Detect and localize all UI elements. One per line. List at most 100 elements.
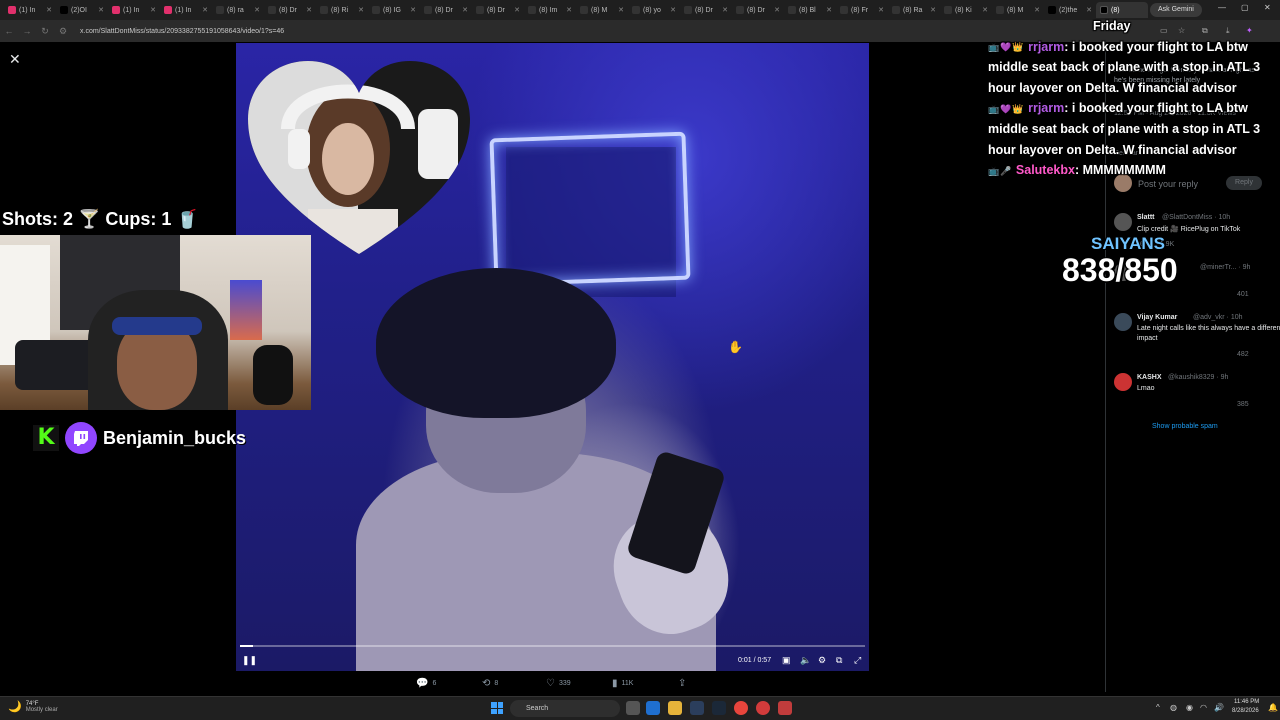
tab-close-icon[interactable]: ✕ xyxy=(930,6,936,14)
weather-widget[interactable]: 🌙 74°F Mostly clear xyxy=(8,700,58,714)
wifi-icon[interactable]: ◠ xyxy=(1200,703,1207,712)
file-explorer-icon[interactable] xyxy=(668,701,682,715)
tab-label: (8) yo xyxy=(643,6,661,14)
tab-close-icon[interactable]: ✕ xyxy=(98,6,104,14)
browser-tab[interactable]: (8) M ✕ xyxy=(576,2,628,18)
taskbar-search[interactable]: Search xyxy=(510,700,620,717)
tab-favicon-icon xyxy=(840,6,848,14)
tab-close-icon[interactable]: ✕ xyxy=(358,6,364,14)
steam-icon[interactable] xyxy=(712,701,726,715)
network-icon[interactable]: ◍ xyxy=(1170,703,1177,712)
tab-close-icon[interactable]: ✕ xyxy=(202,6,208,14)
browser-tab[interactable]: (8) Dr ✕ xyxy=(420,2,472,18)
tab-close-icon[interactable]: ✕ xyxy=(670,6,676,14)
video-progress-bar[interactable] xyxy=(240,645,865,647)
hand-cursor-icon: ✋ xyxy=(728,340,743,354)
repost-action[interactable]: ⟲ 8 xyxy=(482,678,498,689)
tweet-action-bar: 💬 6 ⟲ 8 ♡ 339 ▮ 11K ⇪ xyxy=(0,678,1100,692)
tab-close-icon[interactable]: ✕ xyxy=(878,6,884,14)
fullscreen-icon[interactable]: ⤢ xyxy=(854,655,861,666)
reply-action[interactable]: 💬 6 xyxy=(416,678,436,689)
tab-close-icon[interactable]: ✕ xyxy=(1086,6,1092,14)
tab-close-icon[interactable]: ✕ xyxy=(618,6,624,14)
chrome-icon[interactable] xyxy=(734,701,748,715)
tab-label: (8) IG xyxy=(383,6,401,14)
browser-tab[interactable]: (8) Ra ✕ xyxy=(888,2,940,18)
speaker-icon[interactable]: 🔊 xyxy=(1214,703,1224,712)
settings-icon[interactable]: ⚙ xyxy=(818,655,826,666)
pause-icon[interactable]: ❚❚ xyxy=(242,655,257,666)
tab-close-icon[interactable]: ✕ xyxy=(826,6,832,14)
ask-gemini-button[interactable]: Ask Gemini xyxy=(1150,3,1202,17)
browser-tab[interactable]: (8) Dr ✕ xyxy=(472,2,524,18)
settings-app-icon[interactable] xyxy=(690,701,704,715)
tab-favicon-icon xyxy=(372,6,380,14)
captions-icon[interactable]: ▣ xyxy=(782,655,791,666)
tab-close-icon[interactable]: ✕ xyxy=(514,6,520,14)
video-time: 0:01 / 0:57 xyxy=(738,657,772,664)
browser-tab[interactable]: (8) Dr ✕ xyxy=(732,2,784,18)
url-field[interactable]: x.com/SlattDontMiss/status/2093382755191… xyxy=(80,28,284,35)
tab-close-icon[interactable]: ✕ xyxy=(566,6,572,14)
reply-name: KASHX xyxy=(1137,374,1162,381)
back-icon[interactable]: ← xyxy=(0,26,18,36)
tab-close-icon[interactable]: ✕ xyxy=(774,6,780,14)
avatar xyxy=(1114,313,1132,331)
close-window-button[interactable]: ✕ xyxy=(1264,3,1271,12)
tab-close-icon[interactable]: ✕ xyxy=(150,6,156,14)
tray-chevron-icon[interactable]: ^ xyxy=(1156,703,1160,712)
browser-tab[interactable]: (1) In ✕ xyxy=(108,2,160,18)
tab-favicon-icon xyxy=(736,6,744,14)
browser-tab[interactable]: (8) Im ✕ xyxy=(524,2,576,18)
reload-icon[interactable]: ↻ xyxy=(36,26,54,37)
tab-close-icon[interactable]: ✕ xyxy=(722,6,728,14)
notification-icon[interactable]: 🔔 xyxy=(1268,703,1278,712)
tab-close-icon[interactable]: ✕ xyxy=(306,6,312,14)
task-view-icon[interactable] xyxy=(626,701,640,715)
chat-text: Friday xyxy=(1093,19,1131,33)
browser-tab[interactable]: (8) Bl ✕ xyxy=(784,2,836,18)
chat-message: 📺💜👑 rrjarm: i booked your flight to LA b… xyxy=(988,37,1273,99)
app-icon[interactable] xyxy=(756,701,770,715)
tab-close-icon[interactable]: ✕ xyxy=(982,6,988,14)
close-media-icon[interactable]: ✕ xyxy=(9,51,21,68)
tab-close-icon[interactable]: ✕ xyxy=(462,6,468,14)
browser-tab[interactable]: (8) yo ✕ xyxy=(628,2,680,18)
tab-close-icon[interactable]: ✕ xyxy=(410,6,416,14)
browser-tab[interactable]: (8) IG ✕ xyxy=(368,2,420,18)
obs-icon[interactable] xyxy=(778,701,792,715)
webcam-poster xyxy=(230,280,262,340)
tab-favicon-icon xyxy=(476,6,484,14)
browser-tab[interactable]: (8) ra ✕ xyxy=(212,2,264,18)
tab-favicon-icon xyxy=(580,6,588,14)
volume-icon[interactable]: 🔈 xyxy=(800,655,811,666)
browser-tab[interactable]: (8) Ri ✕ xyxy=(316,2,368,18)
browser-tab[interactable]: (1) In ✕ xyxy=(4,2,56,18)
clock-date[interactable]: 8/28/2026 xyxy=(1232,708,1259,714)
views-action[interactable]: ▮ 11K xyxy=(612,678,633,689)
pip-icon[interactable]: ⧉ xyxy=(836,655,842,666)
forward-icon[interactable]: → xyxy=(18,26,36,36)
kick-logo-icon: K xyxy=(33,425,59,451)
tray-app-icon[interactable]: ◉ xyxy=(1186,703,1193,712)
tab-close-icon[interactable]: ✕ xyxy=(1034,6,1040,14)
show-spam-link[interactable]: Show probable spam xyxy=(1152,423,1218,430)
browser-tab[interactable]: (2)OI ✕ xyxy=(56,2,108,18)
clock-time[interactable]: 11:46 PM xyxy=(1234,699,1259,705)
like-action[interactable]: ♡ 339 xyxy=(546,678,571,689)
tab-close-icon[interactable]: ✕ xyxy=(46,6,52,14)
browser-tab[interactable]: (8) Fr ✕ xyxy=(836,2,888,18)
browser-tab[interactable]: (8) Dr ✕ xyxy=(680,2,732,18)
browser-tab[interactable]: (8) Dr ✕ xyxy=(264,2,316,18)
sub-goal-label: SAIYANS xyxy=(1091,234,1166,253)
windows-start-icon[interactable] xyxy=(491,702,503,714)
site-info-icon[interactable]: ⚙ xyxy=(54,26,72,37)
browser-tab[interactable]: (8) Ki ✕ xyxy=(940,2,992,18)
copilot-icon[interactable] xyxy=(646,701,660,715)
maximize-button[interactable]: ▢ xyxy=(1241,3,1249,12)
browser-tab[interactable]: (1) In ✕ xyxy=(160,2,212,18)
tab-close-icon[interactable]: ✕ xyxy=(254,6,260,14)
minimize-button[interactable]: — xyxy=(1218,3,1226,12)
weather-moon-icon: 🌙 xyxy=(8,701,22,713)
share-action[interactable]: ⇪ xyxy=(678,678,686,689)
